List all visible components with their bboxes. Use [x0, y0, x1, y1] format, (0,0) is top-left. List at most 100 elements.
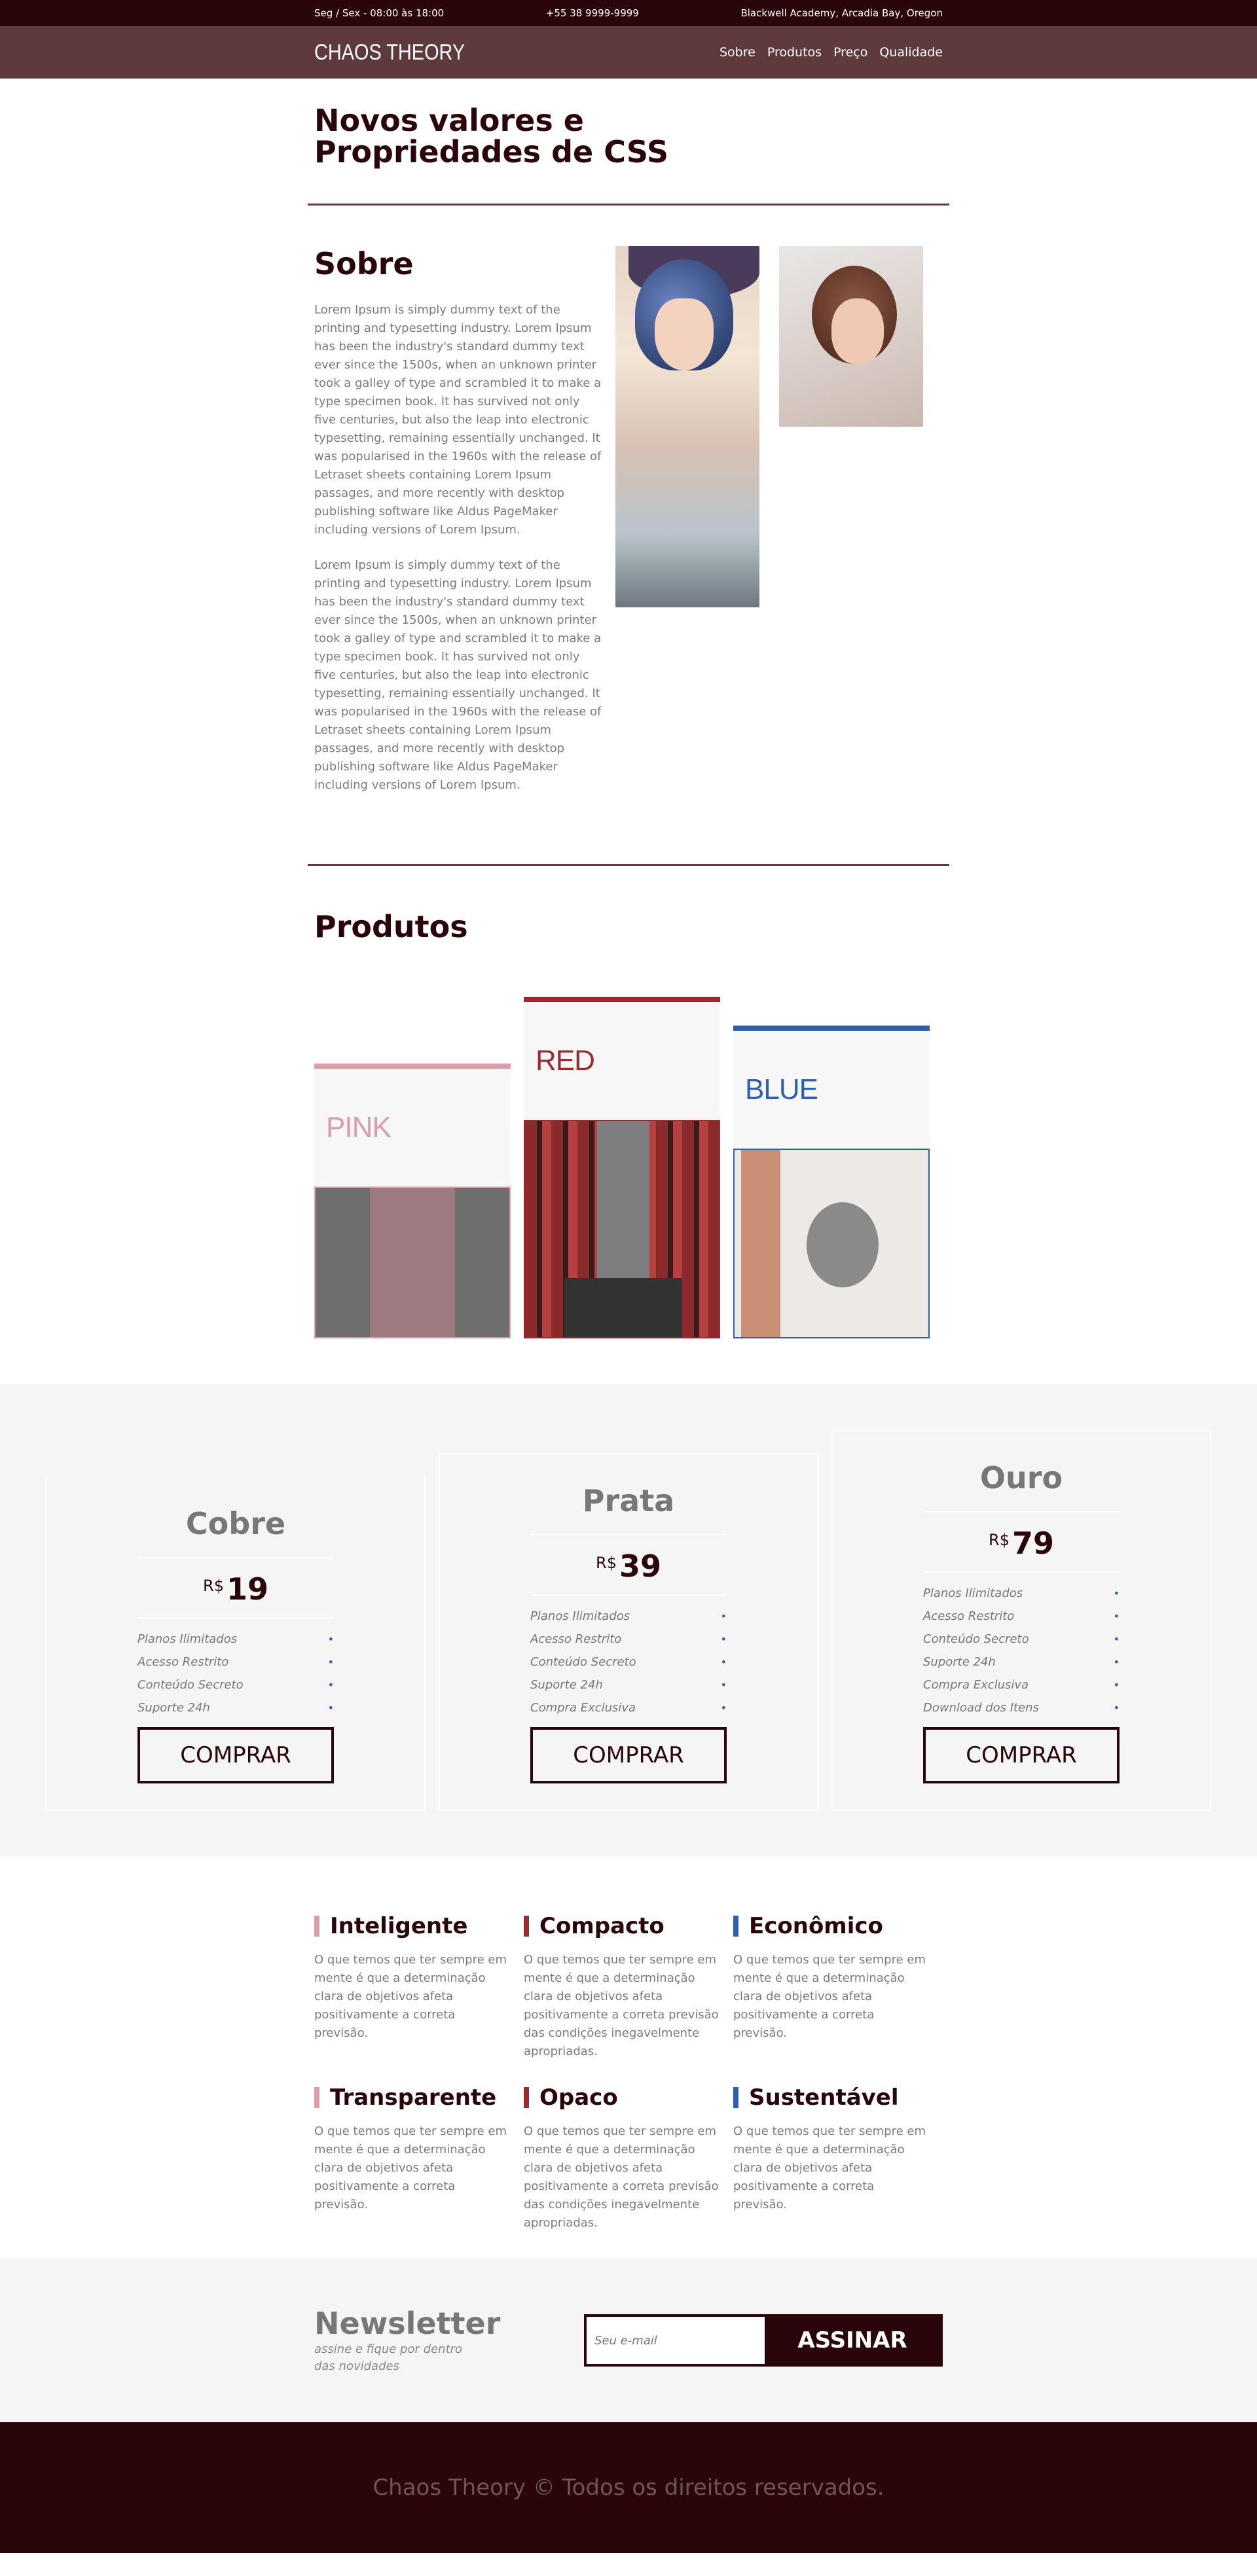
product-label: PINK [326, 1111, 392, 1143]
product-cards: PINK RED BLUE [314, 997, 943, 1338]
feature-title: Inteligente [314, 1915, 511, 1937]
price-value: 79 [1011, 1526, 1054, 1561]
plan-prata: Prata R$ 39 Planos Ilimitados • Acesso Re… [439, 1453, 818, 1811]
feature-item: Compacto O que temos que ter sempre em m… [524, 1915, 720, 2061]
divider [137, 1617, 334, 1619]
plan-features: Planos Ilimitados • Acesso Restrito • Cont… [923, 1582, 1120, 1719]
sobre-paragraph: Lorem Ipsum is simply dummy text of the … [314, 303, 602, 537]
feature-label: Acesso Restrito [530, 1632, 622, 1646]
plan-feature: Compra Exclusiva • [530, 1696, 727, 1719]
product-card-red[interactable]: RED [524, 997, 720, 1338]
feature-item: Sustentável O que temos que ter sempre e… [733, 2086, 930, 2232]
feature-title: Sustentável [733, 2086, 930, 2109]
buy-button-cobre[interactable]: COMPRAR [137, 1727, 334, 1783]
buy-button-prata[interactable]: COMPRAR [530, 1727, 727, 1783]
plan-feature: Acesso Restrito • [137, 1651, 334, 1673]
address: Blackwell Academy, Arcadia Bay, Oregon [740, 7, 943, 19]
plan-feature: Acesso Restrito • [530, 1628, 727, 1651]
plan-features: Planos Ilimitados • Acesso Restrito • Cont… [137, 1628, 334, 1719]
plan-feature: Compra Exclusiva • [923, 1673, 1120, 1696]
feature-label: Planos Ilimitados [530, 1609, 630, 1623]
currency-symbol: R$ [596, 1554, 617, 1572]
feature-label: Suporte 24h [923, 1655, 996, 1669]
logo[interactable]: CHAOS THEORY [314, 40, 465, 65]
currency-symbol: R$ [989, 1531, 1010, 1549]
bullet-icon: • [1113, 1610, 1120, 1622]
bullet-icon: • [1113, 1702, 1120, 1714]
price-value: 39 [619, 1548, 661, 1584]
sobre-title: Sobre [314, 246, 414, 281]
feature-item: Transparente O que temos que ter sempre … [314, 2086, 511, 2232]
feature-label: Conteúdo Secreto [923, 1632, 1029, 1646]
bullet-icon: • [327, 1679, 334, 1691]
feature-label: Conteúdo Secreto [530, 1655, 636, 1669]
plan-price: R$ 19 [203, 1558, 268, 1617]
feature-label: Download dos Itens [923, 1701, 1039, 1715]
plan-feature: Suporte 24h • [137, 1696, 334, 1719]
feature-text: O que temos que ter sempre em mente é qu… [314, 2124, 507, 2211]
sobre-section: Sobre Lorem Ipsum is simply dummy text o… [308, 206, 949, 866]
page-title: Novos valores e Propriedades de CSS [314, 105, 943, 168]
newsletter-form: ASSINAR [584, 2314, 943, 2367]
character-illustration-square [779, 246, 923, 427]
nav-link-sobre[interactable]: Sobre [720, 45, 756, 60]
product-card-blue[interactable]: BLUE [733, 1026, 930, 1338]
product-card-pink[interactable]: PINK [314, 1064, 511, 1338]
newsletter-section: Newsletter assine e fique por dentro das… [0, 2259, 1257, 2422]
bullet-icon: • [720, 1702, 727, 1714]
subscribe-button[interactable]: ASSINAR [765, 2317, 940, 2364]
pricing-section: Cobre R$ 19 Planos Ilimitados • Acesso Re… [0, 1384, 1257, 1857]
feature-text: O que temos que ter sempre em mente é qu… [314, 1953, 507, 2040]
product-photo [733, 1149, 930, 1338]
bullet-icon: • [720, 1679, 727, 1691]
bullet-icon: • [327, 1656, 334, 1668]
product-photo [314, 1187, 511, 1338]
plan-name: Ouro [979, 1460, 1063, 1495]
plan-feature: Acesso Restrito • [923, 1605, 1120, 1628]
divider [530, 1594, 727, 1596]
plan-feature: Planos Ilimitados • [137, 1628, 334, 1651]
feature-title: Transparente [314, 2086, 511, 2109]
feature-label: Planos Ilimitados [137, 1632, 238, 1646]
bullet-icon: • [1113, 1679, 1120, 1691]
price-value: 19 [226, 1571, 268, 1607]
plan-feature: Conteúdo Secreto • [137, 1673, 334, 1696]
buy-button-ouro[interactable]: COMPRAR [923, 1727, 1120, 1783]
pricing-plans: Cobre R$ 19 Planos Ilimitados • Acesso Re… [0, 1430, 1257, 1811]
product-label: BLUE [745, 1073, 818, 1105]
newsletter-heading: Newsletter assine e fique por dentro das… [314, 2306, 500, 2375]
sobre-text: Sobre Lorem Ipsum is simply dummy text o… [314, 246, 602, 812]
feature-label: Conteúdo Secreto [137, 1678, 244, 1692]
plan-price: R$ 39 [596, 1535, 661, 1594]
nav-link-qualidade[interactable]: Qualidade [879, 45, 943, 60]
produtos-section: Produtos PINK RED BLUE [308, 866, 949, 1384]
plan-feature: Suporte 24h • [923, 1651, 1120, 1673]
divider [923, 1571, 1120, 1573]
nav-link-preco[interactable]: Preço [833, 45, 867, 60]
plan-cobre: Cobre R$ 19 Planos Ilimitados • Acesso Re… [46, 1476, 426, 1811]
opening-hours: Seg / Sex - 08:00 às 18:00 [314, 7, 445, 19]
plan-feature: Suporte 24h • [530, 1673, 727, 1696]
feature-label: Suporte 24h [137, 1701, 210, 1715]
plan-feature: Conteúdo Secreto • [530, 1651, 727, 1673]
feature-label: Acesso Restrito [137, 1655, 229, 1669]
site-header: CHAOS THEORY Sobre Produtos Preço Qualid… [0, 26, 1257, 79]
email-field[interactable] [587, 2317, 765, 2364]
feature-label: Planos Ilimitados [923, 1586, 1023, 1600]
character-illustration-tall [615, 246, 759, 607]
main-nav: Sobre Produtos Preço Qualidade [720, 45, 943, 60]
features-section: Inteligente O que temos que ter sempre e… [308, 1857, 949, 2259]
copyright-text: Chaos Theory © Todos os direitos reserva… [373, 2475, 884, 2501]
nav-link-produtos[interactable]: Produtos [767, 45, 822, 60]
page-title-line2: Propriedades de CSS [314, 134, 669, 170]
feature-label: Compra Exclusiva [530, 1701, 636, 1715]
bullet-icon: • [327, 1633, 334, 1645]
feature-label: Acesso Restrito [923, 1609, 1015, 1623]
product-label: RED [536, 1045, 595, 1077]
bullet-icon: • [720, 1656, 727, 1668]
feature-text: O que temos que ter sempre em mente é qu… [733, 1953, 926, 2040]
feature-item: Opaco O que temos que ter sempre em ment… [524, 2086, 720, 2232]
page-title-line1: Novos valores e [314, 103, 584, 138]
bullet-icon: • [1113, 1656, 1120, 1668]
feature-label: Compra Exclusiva [923, 1678, 1029, 1692]
